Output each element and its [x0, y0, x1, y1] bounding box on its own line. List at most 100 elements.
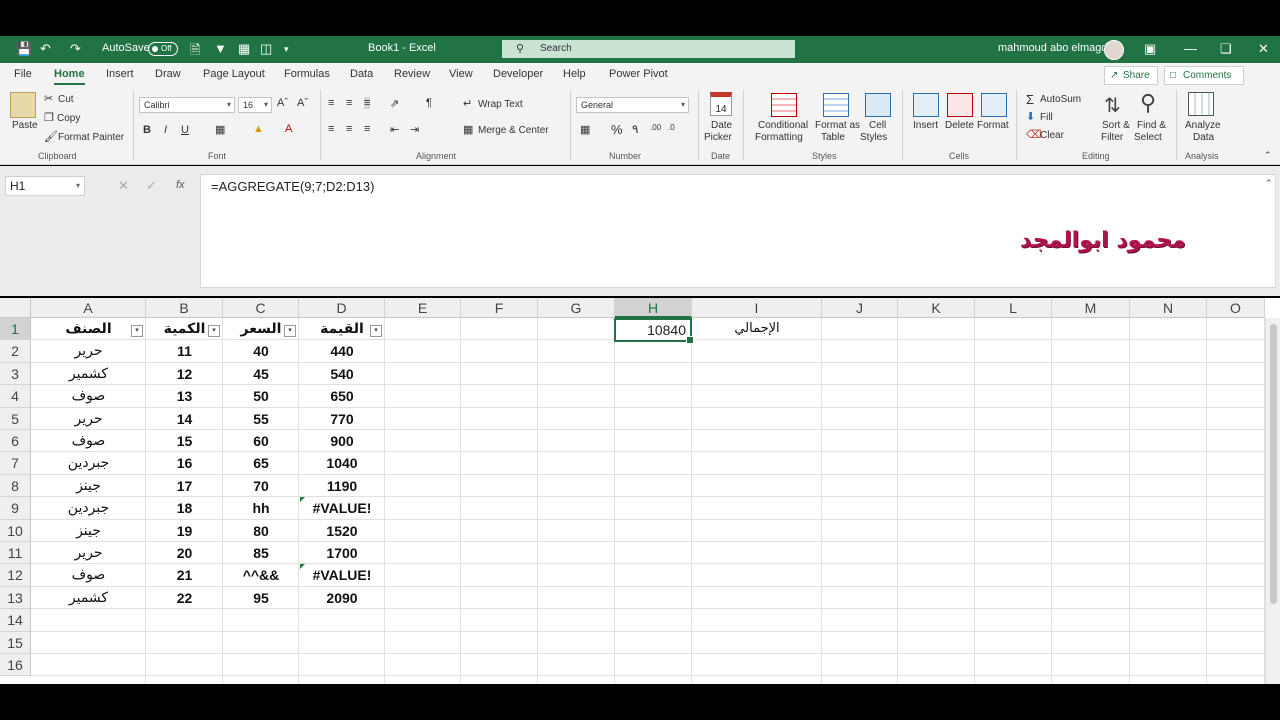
font-family-select[interactable]: Calibri ▾ [139, 97, 235, 113]
delete-cells-button[interactable]: Delete [945, 120, 974, 131]
table-cell[interactable]: 65 [223, 452, 299, 474]
table-cell[interactable]: كشمير [31, 587, 146, 609]
autosave-toggle[interactable]: Off [148, 42, 178, 56]
table-cell[interactable]: 17 [146, 475, 223, 497]
row-header-3[interactable]: 3 [0, 362, 31, 386]
increase-decimal-icon[interactable]: .00 [650, 123, 661, 132]
currency-icon[interactable]: ▦ [580, 123, 590, 136]
cell-styles-icon[interactable] [865, 93, 891, 117]
table-cell[interactable]: 50 [223, 385, 299, 407]
table-cell[interactable]: 1040 [299, 452, 385, 474]
font-color-icon[interactable]: A [285, 123, 292, 135]
paste-button[interactable]: Paste [12, 120, 38, 131]
font-size-select[interactable]: 16 ▾ [238, 97, 272, 113]
table-cell[interactable]: 16 [146, 452, 223, 474]
minimize-icon[interactable]: — [1184, 41, 1197, 56]
align-right-icon[interactable]: ≡ [364, 123, 370, 135]
table-cell[interactable]: صوف [31, 430, 146, 452]
row-header-10[interactable]: 10 [0, 519, 31, 542]
collapse-ribbon-icon[interactable]: ⌃ [1264, 150, 1272, 161]
table-cell[interactable]: 900 [299, 430, 385, 452]
table-cell[interactable]: جبردين [31, 452, 146, 474]
column-header-e[interactable]: E [385, 298, 461, 318]
vertical-scrollbar[interactable] [1265, 318, 1280, 684]
table-cell[interactable]: جينز [31, 475, 146, 497]
table-cell[interactable]: 40 [223, 340, 299, 362]
avatar[interactable] [1104, 40, 1124, 60]
column-header-g[interactable]: G [538, 298, 615, 318]
italic-button[interactable]: I [164, 124, 167, 136]
search-input[interactable]: ⚲ Search [502, 40, 795, 58]
conditional-formatting-button[interactable]: Conditional [758, 120, 808, 131]
active-cell-h1[interactable]: 10840 [614, 318, 694, 344]
row-header-5[interactable]: 5 [0, 407, 31, 430]
format-cells-icon[interactable] [981, 93, 1007, 117]
format-as-table-button[interactable]: Format as [815, 120, 860, 131]
bold-button[interactable]: B [143, 124, 151, 136]
align-bottom-icon[interactable]: ≡ [364, 97, 371, 109]
form-icon[interactable]: ◫ [260, 41, 272, 57]
table-cell[interactable]: 13 [146, 385, 223, 407]
table-cell[interactable]: 770 [299, 408, 385, 430]
row-header-9[interactable]: 9 [0, 497, 31, 520]
tab-insert[interactable]: Insert [106, 68, 134, 80]
user-name[interactable]: mahmoud abo elmagd [998, 42, 1107, 54]
table-cell[interactable]: 11 [146, 340, 223, 362]
table-cell[interactable]: حرير [31, 340, 146, 362]
insert-cells-button[interactable]: Insert [913, 120, 938, 131]
tab-review[interactable]: Review [394, 68, 430, 80]
table-cell[interactable]: 60 [223, 430, 299, 452]
table-cell[interactable]: #VALUE! [299, 564, 385, 586]
row-header-1[interactable]: 1 [0, 318, 31, 341]
align-top-icon[interactable]: ≡ [328, 97, 334, 109]
increase-font-icon[interactable]: Aˆ [277, 97, 288, 109]
column-header-m[interactable]: M [1052, 298, 1130, 318]
merge-center-icon[interactable]: ▦ [463, 123, 473, 136]
table-cell[interactable]: 15 [146, 430, 223, 452]
table-cell[interactable]: حرير [31, 542, 146, 564]
tab-draw[interactable]: Draw [155, 68, 181, 80]
undo-icon[interactable]: ↶ [40, 41, 51, 57]
insert-function-button[interactable]: fx [176, 179, 185, 191]
restore-icon[interactable]: ❏ [1220, 41, 1232, 57]
increase-indent-icon[interactable]: ⇥ [410, 123, 419, 136]
autosum-icon[interactable]: Σ [1026, 92, 1034, 107]
filter-dropdown-icon[interactable]: ▾ [208, 325, 220, 337]
redo-icon[interactable]: ↷ [70, 41, 81, 57]
error-indicator-icon[interactable] [300, 497, 305, 503]
filter-dropdown-icon[interactable]: ▾ [370, 325, 382, 337]
total-label-cell[interactable]: الإجمالي [692, 318, 822, 340]
calendar-icon[interactable]: 14 [710, 92, 732, 116]
select-all-button[interactable] [0, 298, 31, 318]
table-cell[interactable]: 20 [146, 542, 223, 564]
analyze-data-button[interactable]: Analyze [1185, 120, 1221, 131]
number-format-select[interactable]: General ▾ [576, 97, 689, 113]
error-indicator-icon[interactable] [300, 564, 305, 570]
column-header-b[interactable]: B [146, 298, 223, 318]
find-select-button[interactable]: Find & [1137, 120, 1166, 131]
table-cell[interactable]: ^^&& [223, 564, 299, 586]
fill-button[interactable]: Fill [1040, 112, 1053, 123]
tab-home[interactable]: Home [54, 68, 85, 85]
table-cell[interactable]: 95 [223, 587, 299, 609]
table-cell[interactable]: 540 [299, 363, 385, 385]
row-header-4[interactable]: 4 [0, 385, 31, 408]
paste-icon[interactable] [10, 92, 36, 118]
tab-formulas[interactable]: Formulas [284, 68, 330, 80]
format-painter-button[interactable]: Format Painter [58, 132, 124, 143]
table-cell[interactable]: 70 [223, 475, 299, 497]
column-header-k[interactable]: K [898, 298, 975, 318]
table-cell[interactable]: 440 [299, 340, 385, 362]
borders-icon[interactable]: ▦ [215, 123, 225, 136]
tab-help[interactable]: Help [563, 68, 586, 80]
fill-color-icon[interactable]: ▲ [253, 123, 264, 135]
header-cell-a[interactable]: الصنف [31, 318, 146, 340]
column-header-i[interactable]: I [692, 298, 822, 318]
format-as-table-icon[interactable] [823, 93, 849, 117]
tab-developer[interactable]: Developer [493, 68, 543, 80]
column-header-c[interactable]: C [223, 298, 299, 318]
percent-icon[interactable]: % [611, 122, 623, 137]
table-cell[interactable]: صوف [31, 385, 146, 407]
row-header-8[interactable]: 8 [0, 474, 31, 498]
table-cell[interactable]: 45 [223, 363, 299, 385]
